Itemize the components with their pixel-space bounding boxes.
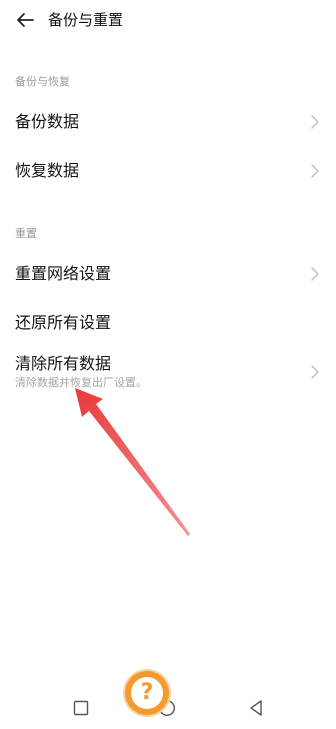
chevron-right-icon: [311, 164, 319, 178]
row-erase-all-data[interactable]: 清除所有数据 清除数据并恢复出厂设置。: [0, 344, 336, 400]
row-label: 重置网络设置: [15, 264, 112, 283]
question-mark-icon: ?: [131, 677, 163, 709]
back-nav-button[interactable]: [236, 690, 276, 726]
arrow-left-icon: [17, 13, 34, 27]
row-restore-all-settings[interactable]: 还原所有设置: [0, 300, 336, 346]
row-restore-data[interactable]: 恢复数据: [0, 148, 336, 194]
recents-square-icon: [73, 700, 89, 716]
row-label: 恢复数据: [15, 161, 80, 180]
recents-button[interactable]: [61, 690, 101, 726]
section-label-backup-restore: 备份与恢复: [15, 75, 70, 88]
back-button[interactable]: [12, 8, 38, 32]
row-reset-network[interactable]: 重置网络设置: [0, 251, 336, 297]
row-backup-data[interactable]: 备份数据: [0, 99, 336, 145]
back-triangle-icon: [250, 700, 262, 716]
help-badge: ?: [125, 671, 169, 715]
row-label: 清除所有数据: [15, 354, 112, 373]
row-subtitle: 清除数据并恢复出厂设置。: [15, 376, 147, 389]
row-label: 还原所有设置: [15, 313, 112, 332]
chevron-right-icon: [311, 115, 319, 129]
app-header: 备份与重置: [0, 0, 336, 40]
chevron-right-icon: [311, 267, 319, 281]
section-label-reset: 重置: [15, 227, 37, 240]
page-title: 备份与重置: [48, 11, 124, 29]
row-label: 备份数据: [15, 112, 80, 131]
chevron-right-icon: [311, 365, 319, 379]
